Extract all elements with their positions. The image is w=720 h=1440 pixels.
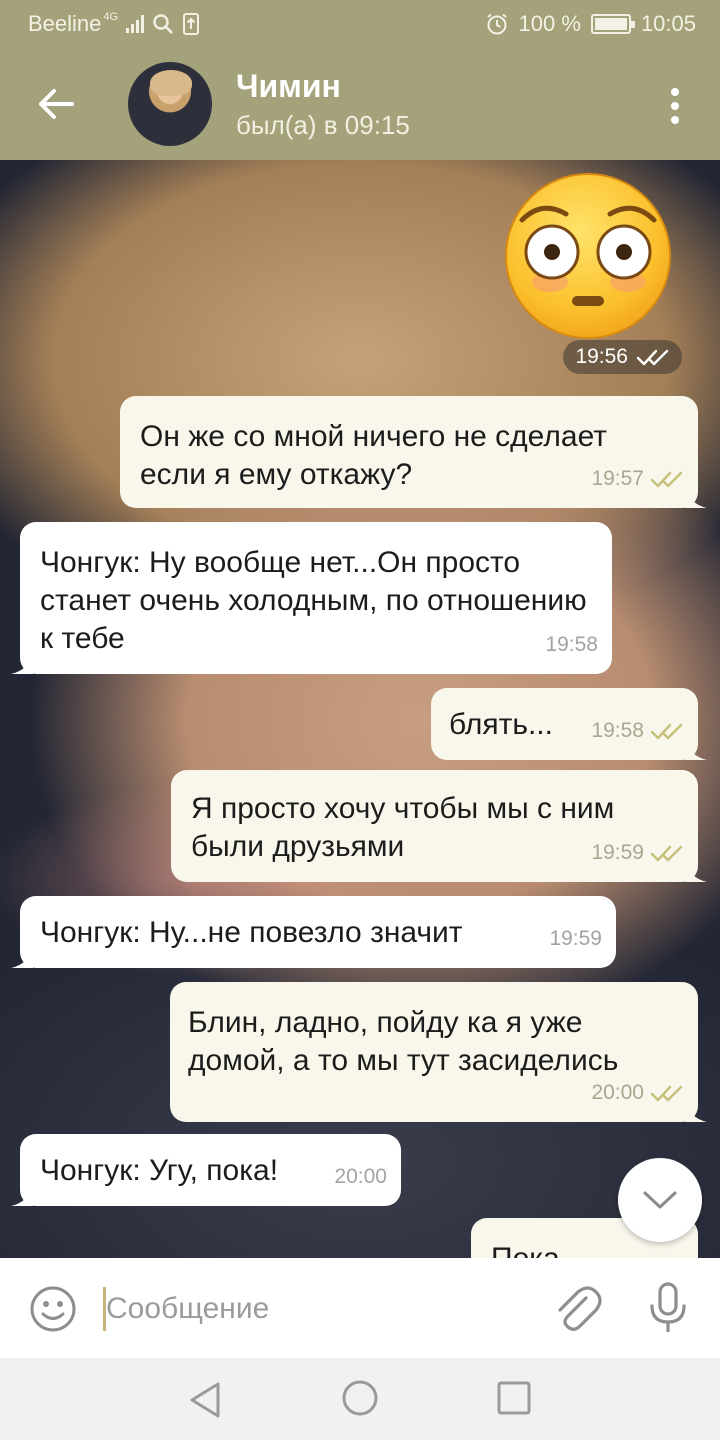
battery-percent: 100 % xyxy=(518,11,581,36)
message-time: 19:59 xyxy=(591,841,644,864)
message-bubble-incoming[interactable]: Чонгук: Угу, пока! 20:00 xyxy=(11,1134,401,1206)
nav-recent-apps-icon[interactable] xyxy=(496,1380,532,1416)
bubble-tail xyxy=(685,860,707,882)
message-time: 19:56 xyxy=(575,345,628,368)
message-text: Пока xyxy=(491,1240,678,1258)
bubble-tail xyxy=(685,486,707,508)
message-bubble-incoming[interactable]: Чонгук: Ну...не повезло значит 19:59 xyxy=(11,896,616,968)
message-meta: 19:58 xyxy=(545,626,598,664)
clock: 10:05 xyxy=(640,11,696,36)
bubble-tail xyxy=(685,738,707,760)
message-time: 19:58 xyxy=(545,633,598,656)
message-meta: 20:00 xyxy=(334,1158,387,1196)
system-nav-bar xyxy=(0,1358,720,1440)
chevron-down-icon xyxy=(643,1191,677,1209)
alarm-icon xyxy=(486,13,507,35)
message-meta: 19:59 xyxy=(591,834,684,872)
message-bubble-outgoing[interactable]: Он же со мной ничего не сделает если я е… xyxy=(120,396,707,508)
double-check-icon xyxy=(650,471,683,488)
double-check-icon xyxy=(650,723,683,740)
message-time: 20:00 xyxy=(591,1081,644,1104)
flushed-face-emoji-icon[interactable] xyxy=(500,170,676,340)
more-vertical-icon xyxy=(671,88,679,96)
message-bubble-outgoing[interactable]: Я просто хочу чтобы мы с ним были друзья… xyxy=(171,770,707,882)
paperclip-icon[interactable] xyxy=(552,1282,602,1336)
double-check-icon xyxy=(650,1085,683,1102)
back-button[interactable] xyxy=(30,78,82,130)
message-time: 19:57 xyxy=(591,467,644,490)
message-time: 20:00 xyxy=(334,1165,387,1188)
scroll-to-bottom-button[interactable] xyxy=(618,1158,702,1242)
message-text: Чонгук: Ну вообще нет...Он просто станет… xyxy=(40,546,587,655)
contact-last-seen: был(а) в 09:15 xyxy=(236,110,410,140)
message-bubble-outgoing[interactable]: Блин, ладно, пойду ка я уже домой, а то … xyxy=(170,982,707,1122)
message-meta: 20:00 xyxy=(591,1074,684,1112)
message-bubble-outgoing[interactable]: блять... 19:58 xyxy=(431,688,707,760)
carrier-label: Beeline xyxy=(28,11,102,36)
message-time: 19:58 xyxy=(591,719,644,742)
network-type: 4G xyxy=(103,11,119,23)
battery-icon xyxy=(590,14,635,34)
message-text: Чонгук: Ну...не повезло значит xyxy=(40,916,463,949)
message-meta: 19:59 xyxy=(549,920,602,958)
double-check-icon xyxy=(636,349,669,366)
message-bubble-incoming[interactable]: Чонгук: Ну вообще нет...Он просто станет… xyxy=(11,522,612,674)
search-icon xyxy=(153,14,173,34)
nav-back-icon[interactable] xyxy=(186,1380,226,1420)
message-input[interactable] xyxy=(106,1286,526,1332)
message-time: 19:59 xyxy=(549,927,602,950)
signal-icon xyxy=(126,15,145,33)
chat-header: Чимин был(а) в 09:15 xyxy=(0,48,720,160)
upload-icon xyxy=(183,13,200,35)
nav-home-icon[interactable] xyxy=(340,1378,380,1418)
emoji-icon[interactable] xyxy=(28,1284,78,1334)
message-text: Блин, ладно, пойду ка я уже домой, а то … xyxy=(188,1006,619,1077)
status-bar: Beeline 4G 100 % 10:05 xyxy=(0,0,720,48)
bubble-tail xyxy=(685,1100,707,1122)
message-input-bar xyxy=(0,1258,720,1358)
more-options-button[interactable] xyxy=(660,78,690,134)
message-meta: 19:58 xyxy=(591,712,684,750)
contact-avatar[interactable] xyxy=(128,62,212,146)
bubble-tail xyxy=(11,1184,33,1206)
microphone-icon[interactable] xyxy=(644,1280,692,1336)
contact-name[interactable]: Чимин xyxy=(236,68,341,105)
chat-area[interactable]: 19:56 Он же со мной ничего не сделает ес… xyxy=(0,160,720,1258)
bubble-tail xyxy=(11,652,33,674)
sticker-timestamp: 19:56 xyxy=(563,340,682,374)
bubble-tail xyxy=(11,946,33,968)
double-check-icon xyxy=(650,845,683,862)
arrow-left-icon xyxy=(39,89,74,119)
message-meta: 19:57 xyxy=(591,460,684,498)
message-text: Чонгук: Угу, пока! xyxy=(40,1154,279,1187)
